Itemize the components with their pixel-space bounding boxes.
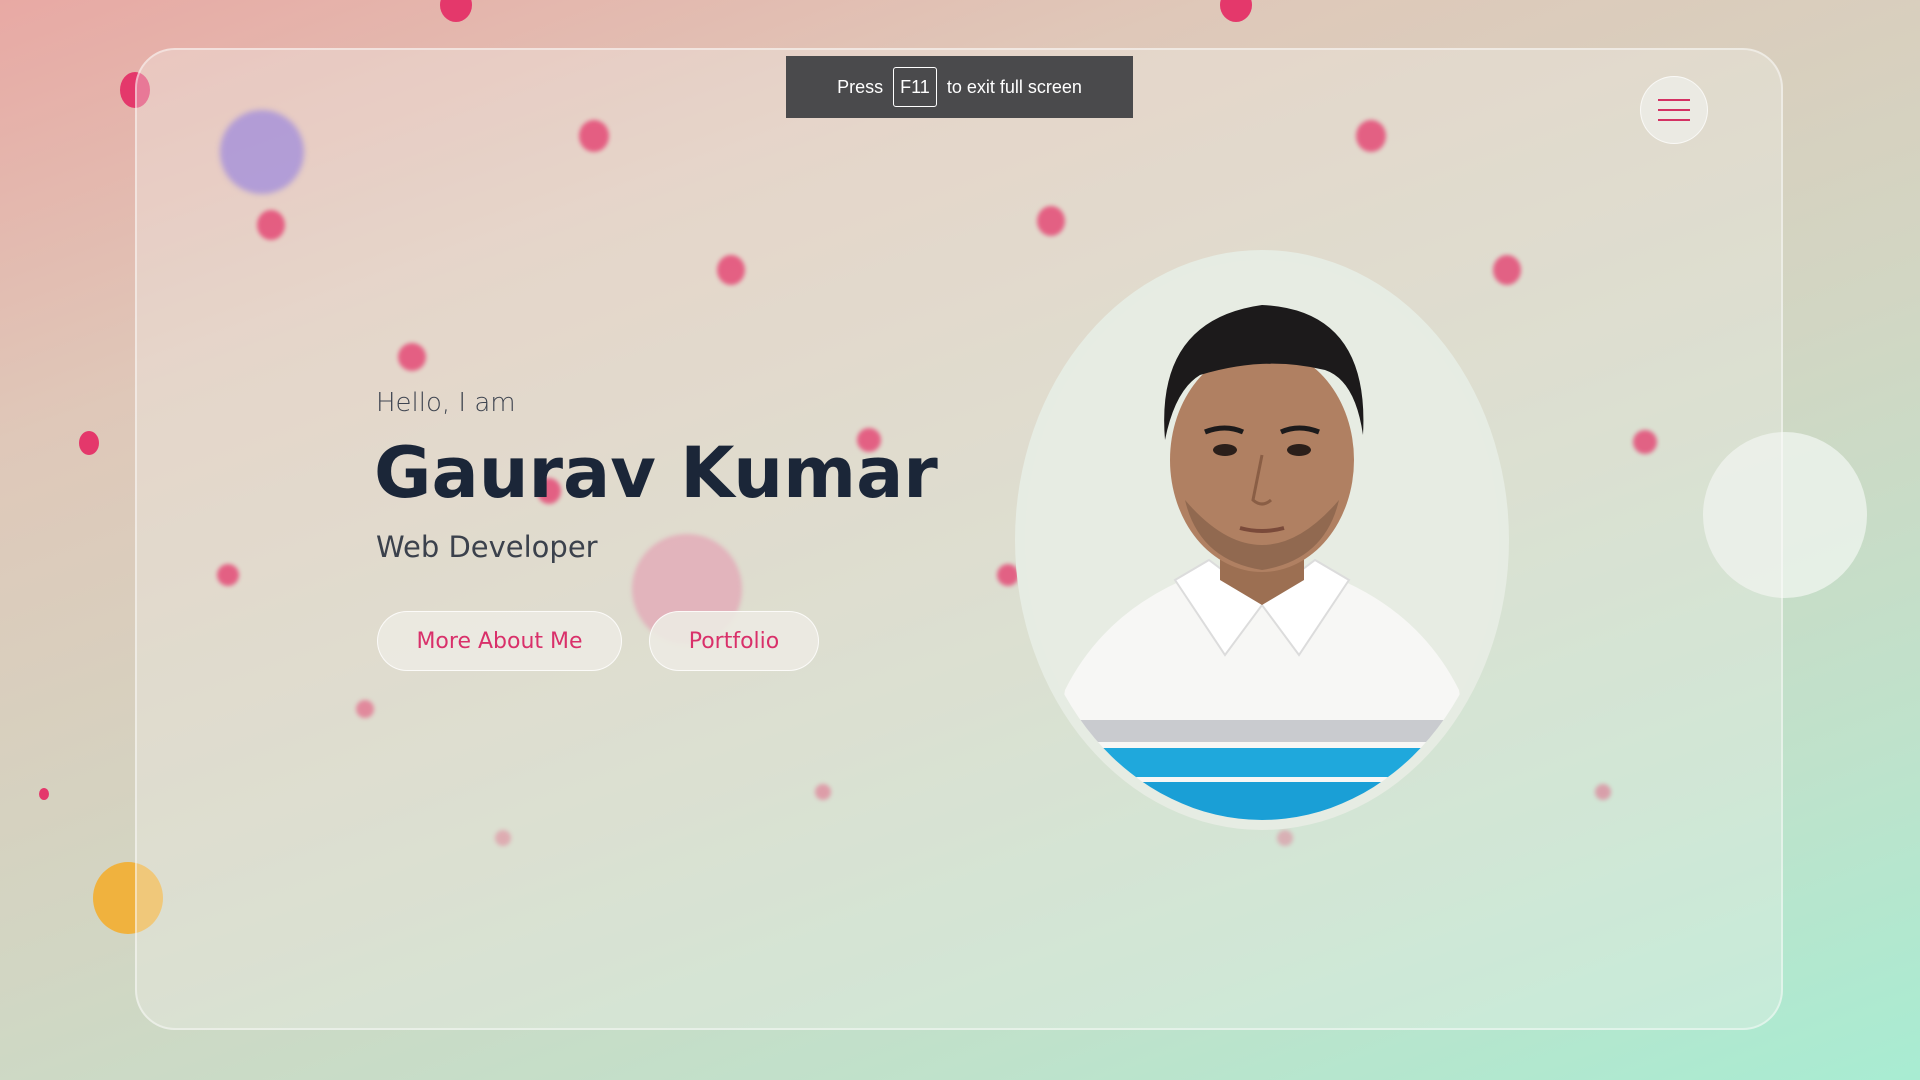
profile-photo xyxy=(1015,250,1509,830)
card-dot xyxy=(1037,206,1065,236)
card-dot xyxy=(495,830,511,846)
menu-button[interactable] xyxy=(1640,76,1708,144)
f11-key: F11 xyxy=(893,67,937,107)
card-dot xyxy=(1277,830,1293,846)
card-dot xyxy=(217,564,239,586)
card-dot xyxy=(1595,784,1611,800)
purple-blob xyxy=(220,110,304,194)
card-dot xyxy=(257,210,285,240)
toast-prefix: Press xyxy=(837,76,884,97)
card-dot xyxy=(1633,430,1657,454)
bg-dot xyxy=(440,0,472,22)
more-about-me-button[interactable]: More About Me xyxy=(377,611,622,671)
hamburger-menu-icon xyxy=(1658,99,1690,101)
card-dot xyxy=(1356,120,1386,152)
card-dot xyxy=(356,700,374,718)
hamburger-menu-icon xyxy=(1658,109,1690,111)
toast-suffix: to exit full screen xyxy=(946,76,1082,97)
bg-dot xyxy=(39,788,49,800)
portfolio-button[interactable]: Portfolio xyxy=(649,611,819,671)
card-dot xyxy=(717,255,745,285)
card-dot xyxy=(1493,255,1521,285)
hero-role: Web Developer xyxy=(376,530,598,564)
card-dot xyxy=(579,120,609,152)
profile-photo-illustration xyxy=(1025,260,1499,820)
card-dot xyxy=(398,343,426,371)
bg-dot xyxy=(1220,0,1252,22)
bg-dot xyxy=(79,431,99,455)
greeting-text: Hello, I am xyxy=(376,388,516,418)
fullscreen-toast: Press F11 to exit full screen xyxy=(786,56,1133,118)
hamburger-menu-icon xyxy=(1658,119,1690,121)
hero-name: Gaurav Kumar xyxy=(374,432,938,514)
card-dot xyxy=(815,784,831,800)
